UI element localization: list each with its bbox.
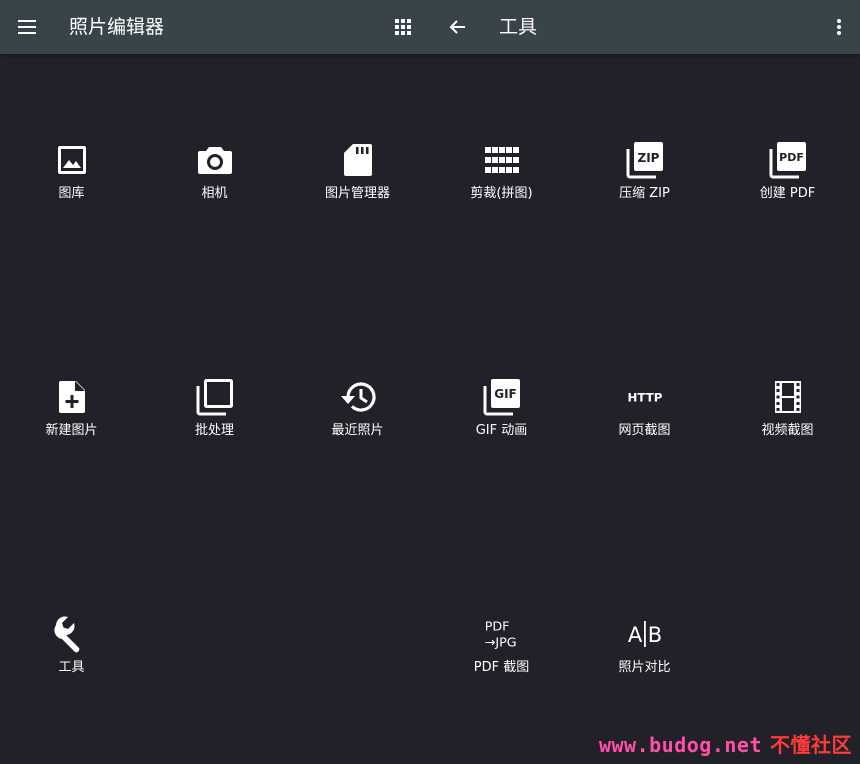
tile-label: 批处理: [194, 423, 234, 438]
tile-label: 图片管理器: [324, 186, 390, 201]
tile-zip[interactable]: ZIP 压缩 ZIP: [573, 140, 716, 230]
tile-label: 网页截图: [618, 423, 671, 438]
app-title: 照片编辑器: [69, 16, 165, 38]
camera-icon: [197, 147, 232, 174]
tile-batch[interactable]: 批处理: [143, 377, 286, 467]
svg-text:PDF: PDF: [779, 151, 804, 164]
tile-gallery[interactable]: 图库: [0, 140, 143, 230]
tile-label: 剪裁(拼图): [470, 186, 533, 201]
gif-icon: GIF: [483, 379, 520, 416]
tile-label: 相机: [201, 186, 228, 201]
new-file-icon: [58, 381, 85, 413]
svg-text:A: A: [627, 623, 642, 647]
back-button[interactable]: [442, 12, 472, 42]
arrow-back-icon: [449, 20, 465, 34]
batch-icon: [196, 379, 233, 416]
tile-label: 工具: [58, 660, 85, 675]
tool-page-title: 工具: [499, 16, 538, 38]
tile-label: 照片对比: [618, 660, 671, 675]
app-bar: 照片编辑器 工具: [0, 0, 860, 54]
tile-label: 新建图片: [45, 423, 98, 438]
more-options-button[interactable]: [824, 12, 854, 42]
apps-grid-icon: [395, 19, 411, 35]
tile-recent-photos[interactable]: 最近照片: [286, 377, 429, 467]
tile-create-pdf[interactable]: PDF 创建 PDF: [716, 140, 859, 230]
tile-crop-collage[interactable]: 剪裁(拼图): [430, 140, 573, 230]
tile-label: 视频截图: [761, 423, 814, 438]
svg-text:GIF: GIF: [494, 387, 517, 401]
svg-text:ZIP: ZIP: [637, 151, 659, 165]
zip-icon: ZIP: [626, 142, 663, 179]
tile-tools[interactable]: 工具: [0, 614, 143, 704]
tile-new-image[interactable]: 新建图片: [0, 377, 143, 467]
history-icon: [340, 382, 376, 412]
more-vert-icon: [837, 19, 841, 35]
tile-pdf-screenshot[interactable]: PDF →JPG PDF 截图: [430, 614, 573, 704]
pdf-to-jpg-icon: PDF →JPG: [484, 618, 516, 650]
compare-icon: A B: [627, 621, 662, 647]
http-icon: HTTP: [627, 391, 662, 405]
wrench-icon: [53, 616, 79, 653]
tile-gif[interactable]: GIF GIF 动画: [430, 377, 573, 467]
tools-grid: 图库 相机 图片管理器 剪裁(拼图) ZIP 压缩 ZIP PDF 创建 PDF…: [0, 54, 860, 764]
menu-button[interactable]: [12, 12, 42, 42]
grid-icon: [484, 147, 519, 173]
film-icon: [774, 381, 801, 413]
watermark: www.budog.net 不懂社区: [599, 729, 852, 758]
tile-video-screenshot[interactable]: 视频截图: [716, 377, 859, 467]
hamburger-menu-icon: [18, 20, 36, 34]
tile-label: 图库: [58, 186, 85, 201]
tile-label: 创建 PDF: [759, 186, 816, 201]
sd-card-icon: [343, 144, 372, 176]
svg-text:PDF: PDF: [484, 618, 509, 633]
svg-text:B: B: [647, 623, 661, 647]
tile-web-screenshot[interactable]: HTTP 网页截图: [573, 377, 716, 467]
pdf-icon: PDF: [769, 142, 806, 179]
tile-label: 压缩 ZIP: [619, 186, 670, 201]
tile-camera[interactable]: 相机: [143, 140, 286, 230]
watermark-brand: 不懂社区: [770, 733, 852, 757]
tile-label: PDF 截图: [473, 660, 530, 675]
watermark-site: www.budog.net: [598, 733, 762, 757]
tile-label: GIF 动画: [475, 423, 528, 438]
tile-photo-compare[interactable]: A B 照片对比: [573, 614, 716, 704]
tile-image-manager[interactable]: 图片管理器: [286, 140, 429, 230]
image-icon: [57, 146, 86, 174]
svg-text:HTTP: HTTP: [627, 391, 662, 405]
svg-text:→JPG: →JPG: [484, 635, 516, 650]
apps-button[interactable]: [388, 12, 418, 42]
tile-label: 最近照片: [331, 423, 384, 438]
